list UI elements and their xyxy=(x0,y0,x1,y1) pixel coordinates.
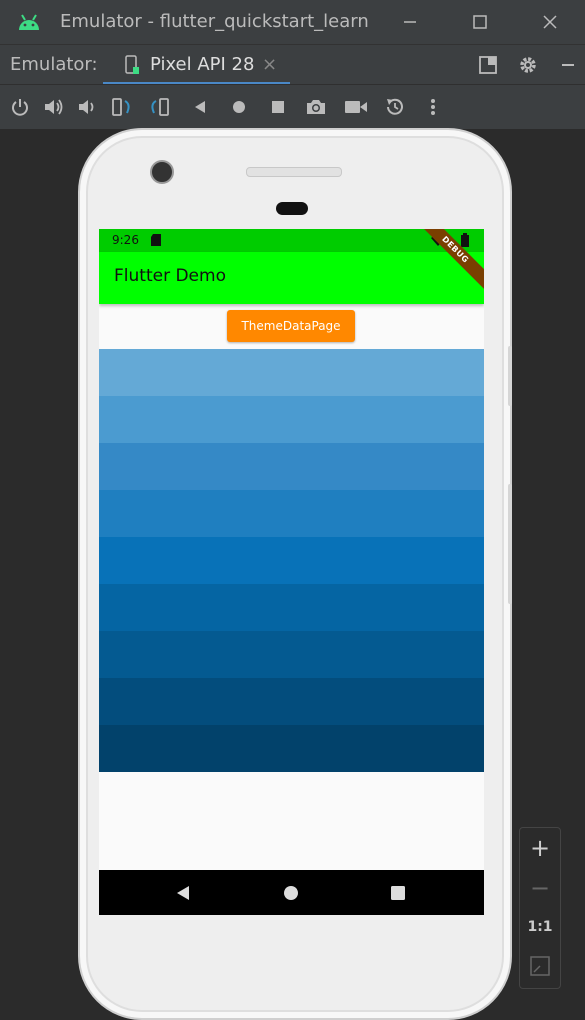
proximity-sensor xyxy=(276,202,308,215)
rotate-right-icon[interactable] xyxy=(148,95,172,119)
color-stripe-2 xyxy=(99,396,484,443)
camera-icon[interactable] xyxy=(304,95,328,119)
nav-overview-icon[interactable] xyxy=(390,885,406,905)
color-stripe-8 xyxy=(99,678,484,725)
device-icon xyxy=(125,55,139,79)
nav-home-icon[interactable] xyxy=(283,885,299,905)
front-camera-icon xyxy=(150,160,174,184)
status-time: 9:26 xyxy=(112,233,139,247)
device-screen: 9:26 Flutter Demo DEBUG ThemeDataPage xyxy=(99,229,484,915)
zoom-fit-icon[interactable] xyxy=(520,956,560,980)
device-power-button[interactable] xyxy=(508,346,512,406)
volume-up-icon[interactable] xyxy=(42,95,66,119)
minimize-icon[interactable] xyxy=(396,8,424,36)
zoom-out-button[interactable]: − xyxy=(520,874,560,902)
app-title: Flutter Demo xyxy=(114,266,226,286)
emulator-label: Emulator: xyxy=(10,54,98,75)
emulator-toolbar xyxy=(0,84,585,129)
color-stripe-3 xyxy=(99,443,484,490)
color-stripe-4 xyxy=(99,490,484,537)
zoom-in-button[interactable]: + xyxy=(520,834,560,862)
color-stripe-7 xyxy=(99,631,484,678)
back-icon[interactable] xyxy=(188,95,212,119)
video-icon[interactable] xyxy=(344,95,368,119)
window-title: Emulator - flutter_quickstart_learn xyxy=(60,11,369,32)
emulator-tab-bar: Emulator: Pixel API 28 × xyxy=(0,44,585,85)
close-icon[interactable] xyxy=(536,8,564,36)
nav-back-icon[interactable] xyxy=(175,885,191,905)
sd-card-icon xyxy=(151,234,161,249)
color-stripes xyxy=(99,349,484,772)
close-tab-icon[interactable]: × xyxy=(262,54,277,75)
zoom-controls: + − 1:1 xyxy=(519,827,561,989)
maximize-icon[interactable] xyxy=(466,8,494,36)
snapshot-restore-icon[interactable] xyxy=(383,95,407,119)
power-icon[interactable] xyxy=(8,95,32,119)
device-volume-button[interactable] xyxy=(508,484,512,604)
status-bar: 9:26 xyxy=(99,229,484,252)
color-stripe-1 xyxy=(99,349,484,396)
window-title-bar: Emulator - flutter_quickstart_learn xyxy=(0,0,585,44)
layout-toggle-icon[interactable] xyxy=(474,51,502,79)
earpiece xyxy=(246,167,342,177)
theme-data-page-button[interactable]: ThemeDataPage xyxy=(227,310,355,342)
color-stripe-6 xyxy=(99,584,484,631)
overview-icon[interactable] xyxy=(266,95,290,119)
navigation-bar xyxy=(99,870,484,915)
minimize-panel-icon[interactable] xyxy=(554,51,582,79)
app-bar: Flutter Demo xyxy=(99,252,484,304)
color-stripe-5 xyxy=(99,537,484,584)
volume-down-icon[interactable] xyxy=(76,95,100,119)
color-stripe-9 xyxy=(99,725,484,772)
settings-gear-icon[interactable] xyxy=(514,51,542,79)
zoom-actual-size-button[interactable]: 1:1 xyxy=(520,919,560,935)
android-icon xyxy=(16,10,42,36)
more-icon[interactable] xyxy=(421,95,445,119)
home-icon[interactable] xyxy=(227,95,251,119)
tab-label: Pixel API 28 xyxy=(150,54,255,75)
tab-pixel-api-28[interactable]: Pixel API 28 × xyxy=(103,45,290,85)
rotate-left-icon[interactable] xyxy=(110,95,134,119)
